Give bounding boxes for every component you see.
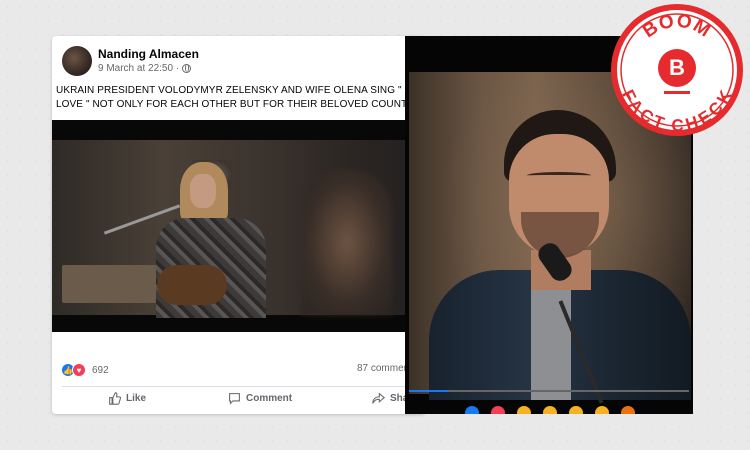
like-reaction-icon[interactable] [465, 406, 479, 414]
sad-reaction-icon[interactable] [595, 406, 609, 414]
reactions[interactable]: 👍 ♥ 692 [62, 363, 109, 377]
boom-fact-check-logo: BOOM FACT CHECK B [611, 4, 743, 136]
post-timestamp[interactable]: 9 March at 22:50 · [98, 63, 179, 74]
video-frame [52, 140, 425, 318]
singer-face [190, 174, 216, 208]
globe-icon [182, 64, 192, 73]
angry-reaction-icon[interactable] [621, 406, 635, 414]
like-label: Like [126, 393, 147, 404]
haha-reaction-icon[interactable] [543, 406, 557, 414]
post-stats: 👍 ♥ 692 87 comments [62, 363, 417, 379]
post-actions: Like Comment Sha [52, 390, 425, 410]
caption-line: LOVE " NOT ONLY FOR EACH OTHER BUT FOR T… [56, 99, 422, 110]
reaction-count[interactable]: 692 [92, 365, 109, 376]
caption-line: UKRAIN PRESIDENT VOLODYMYR ZELENSKY AND … [56, 85, 413, 96]
comment-icon [229, 393, 240, 405]
badge-letter: B [669, 55, 685, 80]
singer-eyes [527, 172, 591, 179]
care-reaction-icon[interactable] [517, 406, 531, 414]
video-player[interactable] [52, 120, 425, 332]
thumbs-up-icon [109, 392, 121, 405]
video-progress-bar[interactable] [409, 390, 689, 392]
divider [62, 386, 417, 387]
facebook-post: Nanding Almacen 9 March at 22:50 · UKRAI… [52, 36, 425, 414]
singer-shirt [531, 282, 571, 400]
wow-reaction-icon[interactable] [569, 406, 583, 414]
post-caption: UKRAIN PRESIDENT VOLODYMYR ZELENSKY AND … [52, 84, 425, 112]
post-author[interactable]: Nanding Almacen [98, 47, 199, 61]
love-reaction-icon: ♥ [72, 363, 86, 377]
post-meta: 9 March at 22:50 · [98, 63, 192, 74]
love-reaction-icon[interactable] [491, 406, 505, 414]
avatar[interactable] [62, 46, 92, 76]
comment-label: Comment [246, 393, 293, 404]
share-icon [372, 392, 385, 404]
share-button[interactable]: Sha [372, 392, 408, 405]
live-reactions [465, 406, 635, 414]
like-button[interactable]: Like [108, 392, 146, 405]
guitar [157, 265, 227, 305]
video-progress-fill [409, 390, 449, 392]
comment-button[interactable]: Comment [228, 392, 292, 405]
blurred-person [302, 170, 392, 315]
